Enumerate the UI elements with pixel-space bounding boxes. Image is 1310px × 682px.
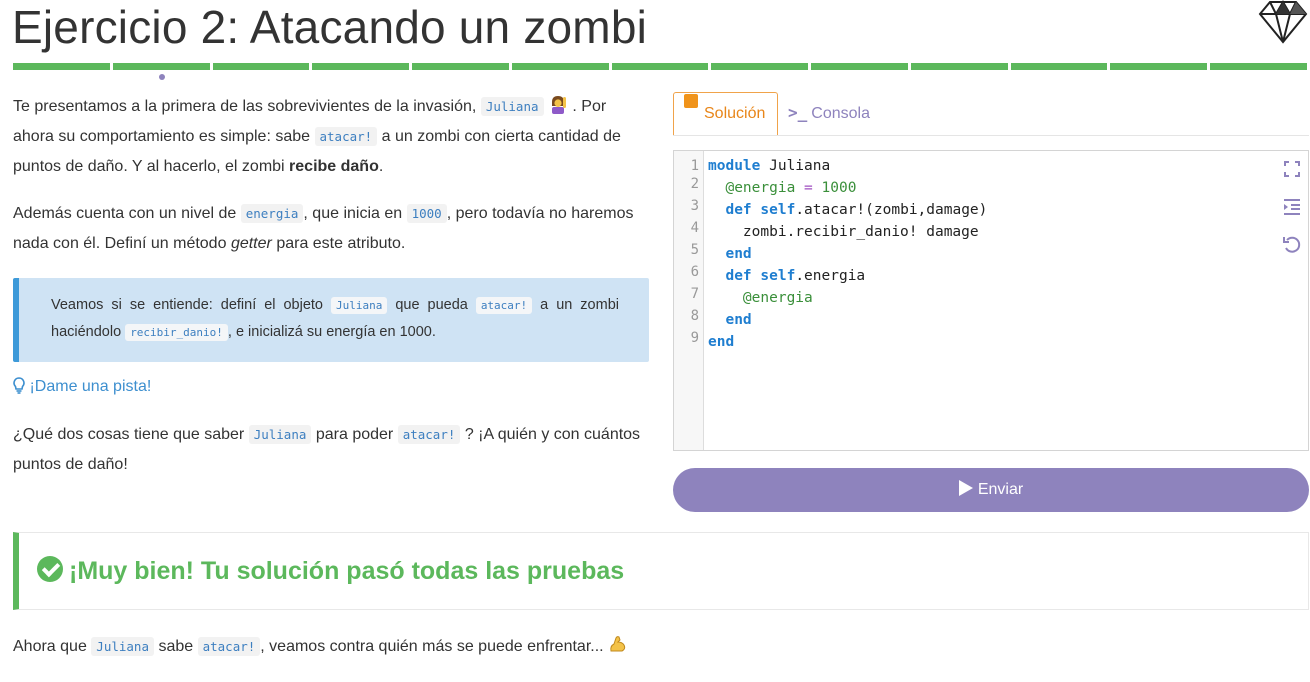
code-line[interactable]: end	[708, 243, 987, 265]
code-line[interactable]: end	[708, 309, 987, 331]
editor-toolbar	[1283, 160, 1303, 274]
line-number: 2	[690, 176, 699, 192]
inline-code: atacar!	[314, 127, 378, 146]
code-line[interactable]: def self.atacar!(zombi,damage)	[708, 199, 987, 221]
exercise-progress-bar	[13, 63, 1307, 71]
indent-icon[interactable]	[1283, 198, 1303, 222]
progress-segment[interactable]	[511, 63, 609, 70]
progress-segment[interactable]	[212, 63, 310, 70]
code-line[interactable]: module Juliana	[708, 155, 987, 177]
inline-code: Juliana	[91, 637, 154, 656]
woman-raising-hand-emoji	[551, 96, 566, 114]
progress-segment[interactable]	[711, 63, 809, 70]
line-number: 8	[690, 308, 699, 324]
inline-code: 1000	[406, 204, 447, 223]
inline-code: Juliana	[330, 297, 388, 314]
line-number: 6	[690, 264, 699, 280]
inline-code: Juliana	[480, 97, 544, 116]
play-icon	[958, 480, 973, 496]
exercise-title: Ejercicio 2: Atacando un zombi	[12, 1, 648, 53]
progress-segment[interactable]	[312, 63, 410, 70]
code-area[interactable]: module Juliana @energia = 1000 def self.…	[708, 155, 987, 353]
edit-icon	[684, 94, 698, 116]
editor-tabs: Solución >_ Consola	[673, 92, 1309, 136]
tab-console[interactable]: >_ Consola	[788, 92, 870, 135]
line-number: 3	[690, 198, 699, 214]
current-exercise-indicator	[159, 74, 165, 80]
flexed-biceps-emoji	[610, 636, 626, 652]
line-number-gutter: 1 2 3 4 5 6 7 8 9	[674, 151, 704, 450]
result-message: ¡Muy bien! Tu solución pasó todas las pr…	[37, 553, 624, 589]
submit-button[interactable]: Enviar	[673, 468, 1309, 512]
exercise-description: Te presentamos a la primera de las sobre…	[13, 92, 649, 276]
code-line[interactable]: end	[708, 331, 987, 353]
description-paragraph-1: Te presentamos a la primera de las sobre…	[13, 92, 649, 182]
tab-solution[interactable]: Solución	[673, 92, 778, 135]
inline-code: atacar!	[475, 297, 533, 314]
code-editor[interactable]: 1 2 3 4 5 6 7 8 9 module Juliana @energia = 1000…	[673, 150, 1309, 451]
line-number: 4	[690, 220, 699, 236]
line-number: 5	[690, 242, 699, 258]
progress-segment[interactable]	[13, 63, 110, 70]
task-callout: Veamos si se entiende: definí el objeto …	[13, 278, 649, 362]
progress-segment[interactable]	[1010, 63, 1108, 70]
line-number: 9	[690, 330, 699, 346]
lightbulb-icon	[13, 377, 25, 394]
inline-code: energia	[240, 204, 304, 223]
inline-code: Juliana	[248, 425, 312, 444]
fullscreen-icon[interactable]	[1283, 160, 1303, 184]
line-number: 1	[690, 158, 699, 174]
progress-segment[interactable]	[1210, 63, 1307, 70]
progress-segment[interactable]	[412, 63, 509, 70]
terminal-icon: >_	[788, 103, 808, 122]
progress-segment[interactable]	[910, 63, 1008, 70]
corollary-text: Ahora que Juliana sabe atacar!, veamos c…	[13, 632, 628, 662]
hint-link[interactable]: ¡Dame una pista!	[13, 374, 151, 400]
line-number: 7	[690, 286, 699, 302]
inline-code: atacar!	[197, 637, 261, 656]
code-line[interactable]: def self.energia	[708, 265, 987, 287]
guiding-question: ¿Qué dos cosas tiene que saber Juliana p…	[13, 425, 641, 473]
code-line[interactable]: zombi.recibir_danio! damage	[708, 221, 987, 243]
inline-code: atacar!	[397, 425, 461, 444]
code-line[interactable]: @energia	[708, 287, 987, 309]
reset-icon[interactable]	[1283, 236, 1303, 260]
description-paragraph-2: Además cuenta con un nivel de energia, q…	[13, 204, 634, 252]
check-circle-icon	[37, 556, 63, 582]
result-panel: ¡Muy bien! Tu solución pasó todas las pr…	[13, 532, 1309, 610]
progress-segment[interactable]	[112, 63, 210, 70]
progress-segment[interactable]	[611, 63, 709, 70]
progress-segment[interactable]	[811, 63, 908, 70]
inline-code: recibir_danio!	[125, 324, 228, 341]
code-line[interactable]: @energia = 1000	[708, 177, 987, 199]
ruby-logo-icon	[1258, 0, 1308, 44]
progress-segment[interactable]	[1110, 63, 1208, 70]
